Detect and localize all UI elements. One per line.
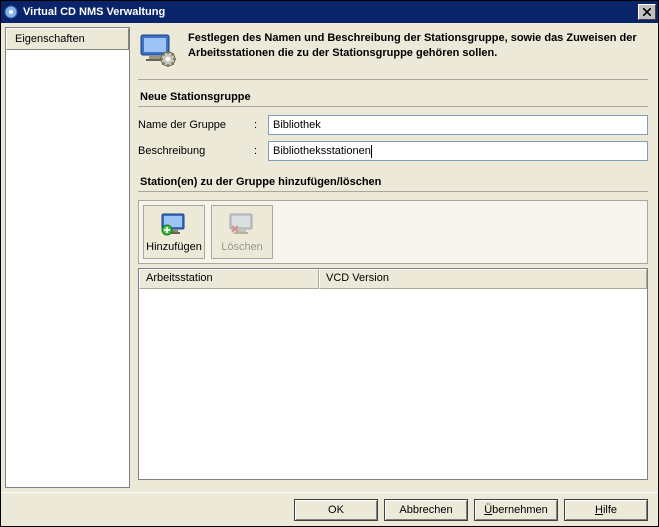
window-title: Virtual CD NMS Verwaltung	[23, 6, 638, 18]
colon: :	[254, 145, 262, 157]
close-button[interactable]	[638, 4, 656, 20]
label-description: Beschreibung	[138, 145, 248, 157]
add-station-label: Hinzufügen	[146, 241, 202, 253]
input-group-name[interactable]	[268, 115, 648, 135]
delete-station-label: Löschen	[221, 241, 263, 253]
add-station-button[interactable]: Hinzufügen	[143, 205, 205, 259]
table-body[interactable]	[139, 289, 647, 479]
ok-button[interactable]: OK	[294, 499, 378, 521]
main-panel: Festlegen des Namen und Beschreibung der…	[130, 23, 658, 492]
delete-station-button[interactable]: Löschen	[211, 205, 273, 259]
titlebar: Virtual CD NMS Verwaltung	[1, 1, 658, 23]
monitor-add-icon	[159, 212, 189, 238]
stations-toolbar: Hinzufügen	[138, 200, 648, 264]
apply-button[interactable]: Übernehmen	[474, 499, 558, 521]
row-description: Beschreibung : Bibliotheksstationen	[138, 141, 648, 161]
group-title: Neue Stationsgruppe	[138, 88, 648, 107]
sidebar: Eigenschaften	[5, 27, 130, 488]
app-icon	[3, 4, 19, 20]
stations-title: Station(en) zu der Gruppe hinzufügen/lös…	[138, 173, 648, 192]
table-header-row: Arbeitsstation VCD Version	[139, 269, 647, 289]
button-label: Abbrechen	[399, 504, 452, 516]
header-panel: Festlegen des Namen und Beschreibung der…	[138, 29, 648, 80]
group-stations: Station(en) zu der Gruppe hinzufügen/lös…	[138, 173, 648, 480]
label-group-name: Name der Gruppe	[138, 119, 248, 131]
client-area: Eigenschaften	[1, 23, 658, 526]
help-button[interactable]: Hilfe	[564, 499, 648, 521]
col-label: Arbeitsstation	[146, 272, 213, 284]
cancel-button[interactable]: Abbrechen	[384, 499, 468, 521]
window: Virtual CD NMS Verwaltung Eigenschaften	[0, 0, 659, 527]
button-label: OK	[328, 504, 344, 516]
col-vcd-version[interactable]: VCD Version	[319, 269, 647, 289]
group-new-stationgroup: Neue Stationsgruppe Name der Gruppe : Be…	[138, 88, 648, 167]
input-description-value: Bibliotheksstationen	[273, 145, 371, 157]
row-group-name: Name der Gruppe :	[138, 115, 648, 135]
text-caret	[371, 145, 372, 158]
col-label: VCD Version	[326, 272, 389, 284]
dialog-footer: OK Abbrechen Übernehmen Hilfe	[1, 492, 658, 526]
button-label: Übernehmen	[484, 504, 548, 516]
button-label: Hilfe	[595, 504, 617, 516]
sidebar-tab-label: Eigenschaften	[15, 33, 85, 45]
col-arbeitsstation[interactable]: Arbeitsstation	[139, 269, 319, 289]
header-text: Festlegen des Namen und Beschreibung der…	[188, 31, 648, 61]
monitor-gear-icon	[138, 31, 178, 69]
monitor-delete-icon	[227, 212, 257, 238]
stations-table: Arbeitsstation VCD Version	[138, 268, 648, 480]
sidebar-tab-properties[interactable]: Eigenschaften	[6, 28, 129, 50]
colon: :	[254, 119, 262, 131]
input-description[interactable]: Bibliotheksstationen	[268, 141, 648, 161]
